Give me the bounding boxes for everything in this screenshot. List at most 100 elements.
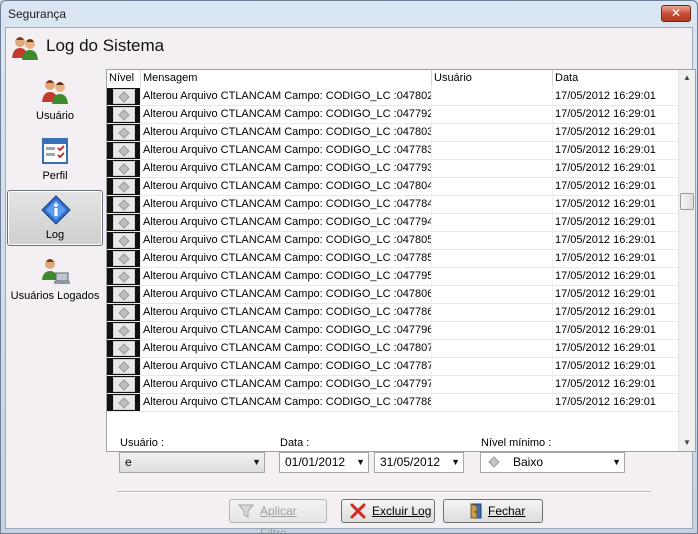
row-mensagem: Alterou Arquivo CTLANCAM Campo: CODIGO_L… — [141, 142, 432, 159]
fechar-label: Fechar — [488, 504, 526, 518]
row-usuario — [432, 124, 553, 141]
table-header: Nível Mensagem Usuário Data — [107, 70, 679, 87]
sidebar-item-label: Usuário — [36, 110, 74, 122]
row-level-cell — [107, 250, 141, 267]
users-icon — [42, 80, 68, 104]
sidebar-item-perfil[interactable]: Perfil — [7, 132, 103, 188]
row-data: 17/05/2012 16:29:01 — [553, 340, 679, 357]
chevron-down-icon: ▼ — [451, 457, 460, 467]
row-data: 17/05/2012 16:29:01 — [553, 358, 679, 375]
profile-checklist-icon — [42, 138, 68, 164]
row-mensagem: Alterou Arquivo CTLANCAM Campo: CODIGO_L… — [141, 88, 432, 105]
level-diamond-icon — [113, 269, 135, 284]
data-fim-value: 31/05/2012 — [380, 455, 441, 469]
column-header-usuario[interactable]: Usuário — [432, 70, 553, 87]
sidebar-item-label: Log — [45, 229, 65, 241]
row-usuario — [432, 160, 553, 177]
table-row[interactable]: Alterou Arquivo CTLANCAM Campo: CODIGO_L… — [107, 340, 679, 358]
chevron-down-icon: ▼ — [612, 457, 621, 467]
usuario-select[interactable]: e ▼ — [119, 452, 265, 473]
table-row[interactable]: Alterou Arquivo CTLANCAM Campo: CODIGO_L… — [107, 358, 679, 376]
aplicar-filtro-button[interactable]: Aplicar Filtro — [229, 499, 327, 533]
level-diamond-icon — [113, 377, 135, 392]
row-level-cell — [107, 178, 141, 195]
table-row[interactable]: Alterou Arquivo CTLANCAM Campo: CODIGO_L… — [107, 232, 679, 250]
chevron-down-icon: ▼ — [356, 457, 365, 467]
row-level-cell — [107, 232, 141, 249]
row-mensagem: Alterou Arquivo CTLANCAM Campo: CODIGO_L… — [141, 214, 432, 231]
row-level-cell — [107, 358, 141, 375]
row-data: 17/05/2012 16:29:01 — [553, 160, 679, 177]
table-row[interactable]: Alterou Arquivo CTLANCAM Campo: CODIGO_L… — [107, 322, 679, 340]
row-usuario — [432, 322, 553, 339]
data-inicio-picker[interactable]: 01/01/2012 ▼ — [279, 452, 369, 473]
title-bar[interactable]: Segurança ✕ — [1, 1, 697, 27]
row-level-cell — [107, 376, 141, 393]
excluir-log-button[interactable]: Excluir Log — [341, 499, 435, 523]
row-data: 17/05/2012 16:29:01 — [553, 394, 679, 411]
delete-x-icon — [350, 503, 366, 519]
window-title: Segurança — [8, 7, 67, 21]
log-table[interactable]: Nível Mensagem Usuário Data Alterou Arqu… — [106, 69, 696, 452]
column-header-mensagem[interactable]: Mensagem — [141, 70, 432, 87]
level-diamond-icon — [113, 341, 135, 356]
row-mensagem: Alterou Arquivo CTLANCAM Campo: CODIGO_L… — [141, 358, 432, 375]
scroll-down-icon[interactable]: ▼ — [679, 435, 695, 451]
row-level-cell — [107, 268, 141, 285]
table-row[interactable]: Alterou Arquivo CTLANCAM Campo: CODIGO_L… — [107, 304, 679, 322]
table-row[interactable]: Alterou Arquivo CTLANCAM Campo: CODIGO_L… — [107, 178, 679, 196]
table-row[interactable]: Alterou Arquivo CTLANCAM Campo: CODIGO_L… — [107, 376, 679, 394]
table-row[interactable]: Alterou Arquivo CTLANCAM Campo: CODIGO_L… — [107, 142, 679, 160]
row-usuario — [432, 178, 553, 195]
row-mensagem: Alterou Arquivo CTLANCAM Campo: CODIGO_L… — [141, 394, 432, 411]
table-row[interactable]: Alterou Arquivo CTLANCAM Campo: CODIGO_L… — [107, 106, 679, 124]
level-diamond-icon — [113, 233, 135, 248]
row-mensagem: Alterou Arquivo CTLANCAM Campo: CODIGO_L… — [141, 268, 432, 285]
table-row[interactable]: Alterou Arquivo CTLANCAM Campo: CODIGO_L… — [107, 88, 679, 106]
data-fim-picker[interactable]: 31/05/2012 ▼ — [374, 452, 464, 473]
row-data: 17/05/2012 16:29:01 — [553, 142, 679, 159]
row-data: 17/05/2012 16:29:01 — [553, 232, 679, 249]
table-body: Alterou Arquivo CTLANCAM Campo: CODIGO_L… — [107, 88, 679, 412]
sidebar-item-label: Usuários Logados — [10, 290, 100, 302]
scroll-up-icon[interactable]: ▲ — [679, 70, 695, 86]
nivel-select-value: Baixo — [513, 455, 544, 469]
level-diamond-icon — [113, 215, 135, 230]
level-diamond-icon — [113, 125, 135, 140]
scroll-thumb[interactable] — [680, 193, 694, 210]
close-button[interactable]: ✕ — [661, 5, 691, 22]
row-usuario — [432, 232, 553, 249]
level-diamond-icon — [113, 143, 135, 158]
row-mensagem: Alterou Arquivo CTLANCAM Campo: CODIGO_L… — [141, 124, 432, 141]
info-diamond-icon — [41, 195, 71, 225]
nivel-select[interactable]: Baixo ▼ — [480, 452, 625, 473]
vertical-scrollbar[interactable]: ▲ ▼ — [678, 70, 695, 451]
table-row[interactable]: Alterou Arquivo CTLANCAM Campo: CODIGO_L… — [107, 286, 679, 304]
fechar-button[interactable]: Fechar — [443, 499, 543, 523]
table-row[interactable]: Alterou Arquivo CTLANCAM Campo: CODIGO_L… — [107, 268, 679, 286]
column-header-data[interactable]: Data — [553, 70, 679, 87]
row-mensagem: Alterou Arquivo CTLANCAM Campo: CODIGO_L… — [141, 106, 432, 123]
table-row[interactable]: Alterou Arquivo CTLANCAM Campo: CODIGO_L… — [107, 196, 679, 214]
sidebar-item-usuarios-logados[interactable]: Usuários Logados — [7, 252, 103, 308]
row-data: 17/05/2012 16:29:01 — [553, 196, 679, 213]
row-mensagem: Alterou Arquivo CTLANCAM Campo: CODIGO_L… — [141, 286, 432, 303]
row-level-cell — [107, 286, 141, 303]
row-level-cell — [107, 340, 141, 357]
column-header-nivel[interactable]: Nível — [107, 70, 141, 87]
sidebar-item-log[interactable]: Log — [7, 190, 103, 246]
level-diamond-icon — [113, 287, 135, 302]
row-data: 17/05/2012 16:29:01 — [553, 250, 679, 267]
table-row[interactable]: Alterou Arquivo CTLANCAM Campo: CODIGO_L… — [107, 250, 679, 268]
table-row[interactable]: Alterou Arquivo CTLANCAM Campo: CODIGO_L… — [107, 124, 679, 142]
table-row[interactable]: Alterou Arquivo CTLANCAM Campo: CODIGO_L… — [107, 214, 679, 232]
sidebar-item-usuario[interactable]: Usuário — [7, 72, 103, 128]
excluir-log-label: Excluir Log — [372, 504, 432, 518]
row-mensagem: Alterou Arquivo CTLANCAM Campo: CODIGO_L… — [141, 340, 432, 357]
table-row[interactable]: Alterou Arquivo CTLANCAM Campo: CODIGO_L… — [107, 394, 679, 412]
table-row[interactable]: Alterou Arquivo CTLANCAM Campo: CODIGO_L… — [107, 160, 679, 178]
row-mensagem: Alterou Arquivo CTLANCAM Campo: CODIGO_L… — [141, 160, 432, 177]
row-data: 17/05/2012 16:29:01 — [553, 106, 679, 123]
row-data: 17/05/2012 16:29:01 — [553, 178, 679, 195]
row-usuario — [432, 394, 553, 411]
